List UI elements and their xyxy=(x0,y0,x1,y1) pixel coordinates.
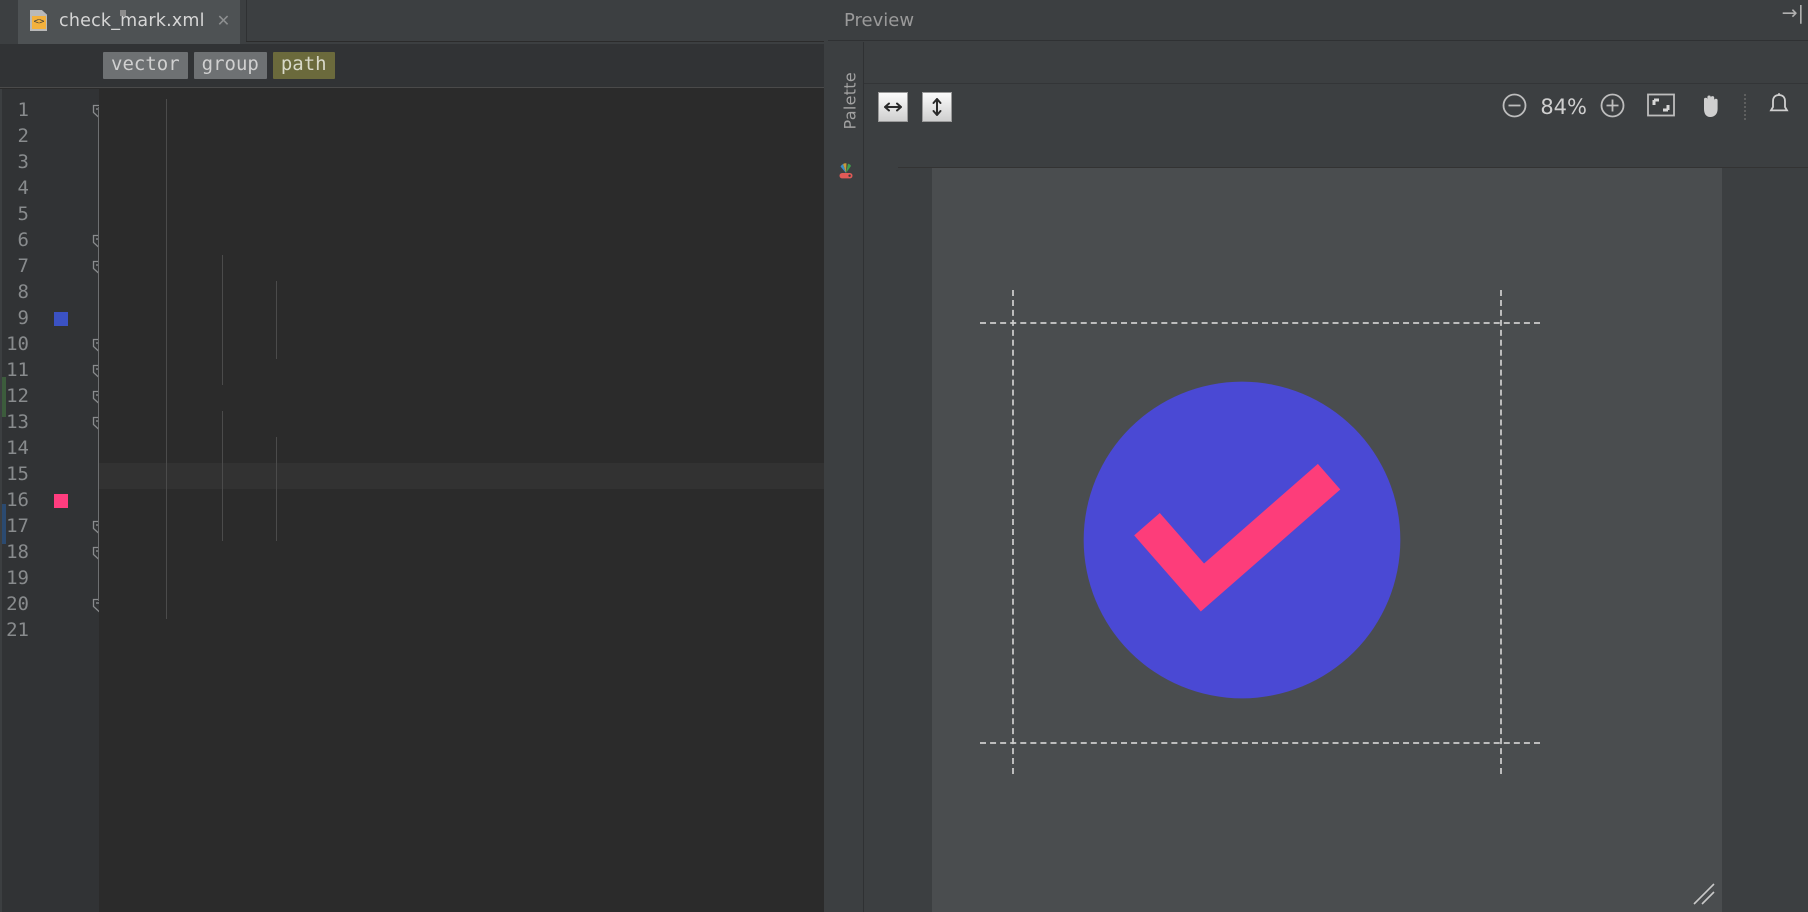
ide-window: <> check_mark.xml ✕ vectorgrouppath 1234… xyxy=(0,0,1808,912)
resize-handle[interactable] xyxy=(1690,880,1716,906)
zoom-in-icon[interactable] xyxy=(1599,92,1626,123)
line-number: 10 xyxy=(0,333,29,355)
palette-strip: Palette xyxy=(828,42,864,912)
line-number: 15 xyxy=(0,463,29,485)
preview-zoom-toolbar: 84% xyxy=(864,83,1808,130)
zoom-out-icon[interactable] xyxy=(1501,92,1528,123)
line-number: 1 xyxy=(0,99,29,121)
palette-tab-label[interactable]: Palette xyxy=(841,50,860,130)
tab-bar-empty-area xyxy=(246,0,828,42)
indent-guide xyxy=(222,411,223,541)
indent-guide xyxy=(166,99,167,619)
preview-title: Preview xyxy=(844,10,914,31)
line-number: 11 xyxy=(0,359,29,381)
line-number: 14 xyxy=(0,437,29,459)
guide-line-bottom xyxy=(980,742,1540,744)
indent-guide xyxy=(276,281,277,359)
line-number: 3 xyxy=(0,151,29,173)
line-number: 20 xyxy=(0,593,29,615)
editor-gutter[interactable]: 123456789101112131415161718192021 xyxy=(0,89,99,912)
ruler-corner xyxy=(864,130,898,168)
hide-tool-window-icon[interactable]: →| xyxy=(1782,2,1804,24)
line-number: 8 xyxy=(0,281,29,303)
editor-tab-label: check_mark.xml xyxy=(59,11,205,31)
line-number: 9 xyxy=(0,307,29,329)
gutter-color-swatch[interactable] xyxy=(54,312,68,326)
zoom-level-label: 84% xyxy=(1540,95,1587,119)
code-area[interactable] xyxy=(99,89,828,912)
breadcrumb: vectorgrouppath xyxy=(0,44,828,88)
vertical-ruler xyxy=(864,168,900,912)
xml-file-icon-glyph: <> xyxy=(32,16,46,29)
breadcrumb-item-path[interactable]: path xyxy=(273,52,335,80)
design-canvas[interactable] xyxy=(898,168,1808,912)
guide-line-top xyxy=(980,322,1540,324)
editor-tab-check-mark-xml[interactable]: <> check_mark.xml ✕ xyxy=(18,0,240,44)
gutter-color-swatch[interactable] xyxy=(54,494,68,508)
line-number: 18 xyxy=(0,541,29,563)
line-number: 7 xyxy=(0,255,29,277)
editor-pane: <> check_mark.xml ✕ vectorgrouppath 1234… xyxy=(0,0,828,912)
guide-line-right xyxy=(1500,290,1502,774)
line-number: 2 xyxy=(0,125,29,147)
zoom-to-fit-icon[interactable] xyxy=(1646,92,1676,122)
line-number: 19 xyxy=(0,567,29,589)
line-number: 6 xyxy=(0,229,29,251)
check-mark-vector xyxy=(1052,350,1432,730)
breadcrumb-item-group[interactable]: group xyxy=(194,52,267,80)
fit-width-icon[interactable] xyxy=(878,92,908,122)
guide-line-left xyxy=(1012,290,1014,774)
editor-tab-bar: <> check_mark.xml ✕ xyxy=(0,0,828,44)
xml-file-icon: <> xyxy=(30,10,50,32)
horizontal-ruler xyxy=(898,130,1808,168)
line-number: 13 xyxy=(0,411,29,433)
line-number: 17 xyxy=(0,515,29,537)
toolbar-separator xyxy=(1744,94,1746,120)
resources-palette-icon[interactable] xyxy=(835,160,857,182)
line-number: 12 xyxy=(0,385,29,407)
fit-height-icon[interactable] xyxy=(922,92,952,122)
pan-hand-icon[interactable] xyxy=(1698,91,1724,123)
notification-bell-icon[interactable] xyxy=(1766,91,1792,123)
indent-guide xyxy=(222,255,223,385)
line-number: 16 xyxy=(0,489,29,511)
preview-pane: Preview →| Palette xyxy=(828,0,1808,912)
device-render-surface[interactable] xyxy=(932,168,1722,912)
line-number: 21 xyxy=(0,619,29,641)
breadcrumb-item-vector[interactable]: vector xyxy=(103,52,188,80)
indent-guide xyxy=(276,437,277,541)
line-number: 4 xyxy=(0,177,29,199)
line-number: 5 xyxy=(0,203,29,225)
preview-header: Preview →| xyxy=(828,0,1808,41)
current-line-highlight xyxy=(99,463,828,489)
zoom-controls: 84% xyxy=(1501,91,1808,123)
preview-toolbar xyxy=(864,42,1808,83)
close-icon[interactable]: ✕ xyxy=(217,13,230,29)
